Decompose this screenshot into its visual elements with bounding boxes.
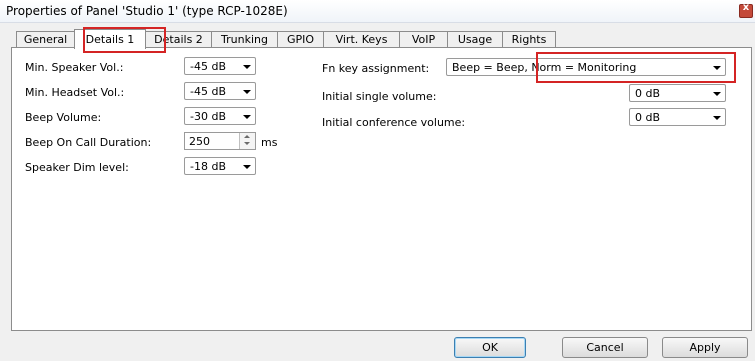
beep-duration-value: 250: [189, 135, 210, 148]
initial-conference-volume-label: Initial conference volume:: [322, 116, 466, 129]
chevron-down-icon: [243, 165, 251, 169]
beep-duration-label: Beep On Call Duration:: [25, 136, 152, 149]
cancel-button[interactable]: Cancel: [562, 337, 648, 358]
spin-down-icon[interactable]: [244, 142, 250, 145]
beep-duration-spinner[interactable]: 250: [184, 132, 256, 150]
initial-single-volume-select[interactable]: 0 dB: [629, 84, 726, 102]
ok-button[interactable]: OK: [454, 337, 526, 358]
tab-details-2[interactable]: Details 2: [145, 31, 212, 47]
chevron-down-icon: [713, 66, 721, 70]
beep-volume-value: -30 dB: [190, 110, 226, 123]
speaker-dim-value: -18 dB: [190, 160, 226, 173]
min-headset-vol-label: Min. Headset Vol.:: [25, 86, 125, 99]
fn-key-label: Fn key assignment:: [322, 62, 430, 75]
initial-conference-volume-select[interactable]: 0 dB: [629, 108, 726, 126]
min-speaker-vol-value: -45 dB: [190, 60, 226, 73]
close-button[interactable]: x: [739, 2, 753, 18]
chevron-down-icon: [243, 90, 251, 94]
initial-single-volume-value: 0 dB: [635, 87, 661, 100]
chevron-down-icon: [243, 115, 251, 119]
beep-volume-label: Beep Volume:: [25, 111, 102, 124]
window-title: Properties of Panel 'Studio 1' (type RCP…: [6, 4, 288, 18]
tab-general[interactable]: General: [16, 31, 75, 47]
apply-button[interactable]: Apply: [662, 337, 748, 358]
initial-conference-volume-value: 0 dB: [635, 111, 661, 124]
fn-key-select[interactable]: Beep = Beep, Norm = Monitoring: [446, 58, 726, 76]
initial-single-volume-label: Initial single volume:: [322, 90, 437, 103]
tab-voip[interactable]: VoIP: [399, 31, 448, 47]
tab-gpio[interactable]: GPIO: [277, 31, 324, 47]
title-bar[interactable]: Properties of Panel 'Studio 1' (type RCP…: [0, 0, 755, 23]
chevron-down-icon: [243, 65, 251, 69]
tab-trunking[interactable]: Trunking: [211, 31, 278, 47]
min-speaker-vol-label: Min. Speaker Vol.:: [25, 61, 124, 74]
chevron-down-icon: [713, 116, 721, 120]
beep-duration-unit: ms: [261, 136, 278, 149]
tab-details-1[interactable]: Details 1: [74, 29, 146, 49]
close-icon: x: [742, 2, 750, 13]
speaker-dim-select[interactable]: -18 dB: [184, 157, 256, 175]
min-headset-vol-value: -45 dB: [190, 85, 226, 98]
beep-volume-select[interactable]: -30 dB: [184, 107, 256, 125]
min-speaker-vol-select[interactable]: -45 dB: [184, 57, 256, 75]
tab-virt-keys[interactable]: Virt. Keys: [323, 31, 400, 47]
properties-dialog: Properties of Panel 'Studio 1' (type RCP…: [0, 0, 755, 361]
chevron-down-icon: [713, 92, 721, 96]
speaker-dim-label: Speaker Dim level:: [25, 161, 129, 174]
min-headset-vol-select[interactable]: -45 dB: [184, 82, 256, 100]
tab-rights[interactable]: Rights: [502, 31, 556, 47]
spinner-buttons[interactable]: [239, 133, 255, 149]
fn-key-value: Beep = Beep, Norm = Monitoring: [452, 61, 637, 74]
spin-up-icon[interactable]: [244, 135, 250, 138]
tab-usage[interactable]: Usage: [447, 31, 503, 47]
